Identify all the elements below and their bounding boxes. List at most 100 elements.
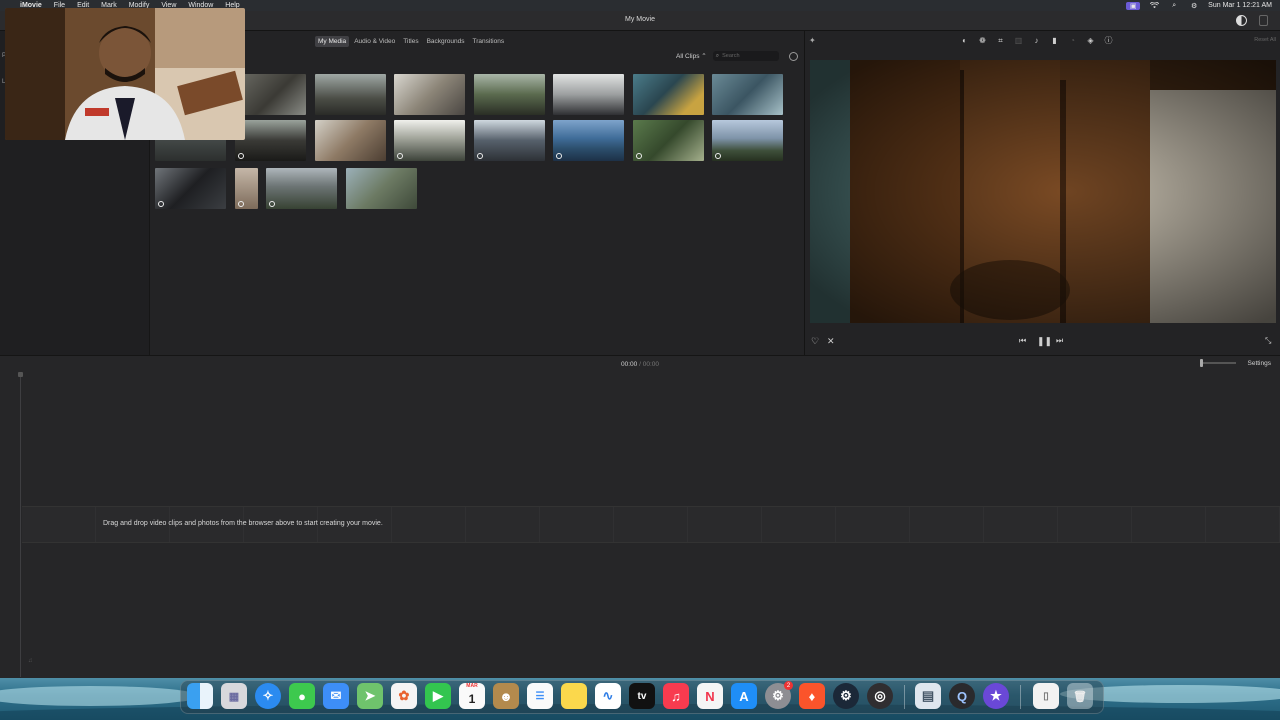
timeline[interactable]: 00:00 / 00:00 Settings Drag and drop vid… <box>0 355 1280 678</box>
clip-badge <box>269 201 275 207</box>
search-input[interactable] <box>722 53 773 59</box>
steam-icon[interactable]: ⚙ <box>833 683 859 709</box>
screen-recording-icon[interactable]: ▣ <box>1126 1 1141 10</box>
magic-wand-icon[interactable]: ✦ <box>809 36 816 45</box>
launchpad-icon[interactable]: ▦ <box>221 683 247 709</box>
filter-icon[interactable]: ◈ <box>1085 35 1096 46</box>
reject-icon[interactable]: ✕ <box>827 336 835 347</box>
media-clip[interactable] <box>235 168 258 209</box>
media-clip[interactable] <box>155 168 226 209</box>
wifi-icon[interactable] <box>1148 2 1160 10</box>
freeform-icon[interactable]: ∿ <box>595 683 621 709</box>
media-clip[interactable] <box>553 120 624 161</box>
empty-timeline-hint: Drag and drop video clips and photos fro… <box>103 520 383 527</box>
media-clip[interactable] <box>474 120 545 161</box>
project-duration: 00:00 <box>642 361 659 368</box>
clip-badge <box>238 201 244 207</box>
media-clip[interactable] <box>474 74 545 115</box>
clip-badge <box>715 153 721 159</box>
tab-backgrounds[interactable]: Backgrounds <box>424 36 468 47</box>
menu-clock[interactable]: Sun Mar 1 12:21 AM <box>1208 2 1272 9</box>
search-icon[interactable]: ⌕ <box>1168 2 1180 10</box>
favorite-icon[interactable]: ♡ <box>811 336 819 347</box>
control-center-icon[interactable]: ⚙ <box>1188 2 1200 10</box>
skip-forward-icon[interactable]: ⏭ <box>1056 336 1063 346</box>
media-clip[interactable] <box>346 168 417 209</box>
music-icon[interactable]: ♫ <box>663 683 689 709</box>
browser-tabs: My Media Audio & Video Titles Background… <box>315 36 507 47</box>
media-clip[interactable] <box>394 74 465 115</box>
browser-settings-icon[interactable] <box>788 51 798 61</box>
notification-badge: 2 <box>784 681 793 690</box>
tab-my-media[interactable]: My Media <box>315 36 350 47</box>
reset-all-button[interactable]: Reset All <box>1254 37 1276 43</box>
share-icon[interactable] <box>1259 15 1268 26</box>
maps-icon[interactable]: ➤ <box>357 683 383 709</box>
dock-separator <box>904 685 905 709</box>
preview-icon[interactable]: ▤ <box>915 683 941 709</box>
apple-tv-icon[interactable]: tv <box>629 683 655 709</box>
media-clip[interactable] <box>315 120 386 161</box>
clips-filter-dropdown[interactable]: All Clips ⌃ <box>676 52 707 60</box>
pause-icon[interactable]: ❚❚ <box>1037 336 1052 347</box>
timecode: 00:00 / 00:00 <box>0 361 1280 368</box>
trash-icon[interactable]: 🗑 <box>1067 683 1093 709</box>
volume-icon[interactable]: ♪ <box>1031 35 1042 46</box>
playhead[interactable] <box>18 372 23 677</box>
clip-badge <box>556 153 562 159</box>
fullscreen-icon[interactable]: ⤡ <box>1265 336 1271 346</box>
media-clip[interactable] <box>712 74 783 115</box>
filter-row: All Clips ⌃ ⌕ <box>676 51 798 61</box>
appearance-icon[interactable] <box>1236 15 1247 26</box>
zoom-slider-knob[interactable] <box>1200 359 1203 367</box>
tab-transitions[interactable]: Transitions <box>470 36 508 47</box>
brave-icon[interactable]: ♦ <box>799 683 825 709</box>
preview-frame-image <box>810 60 1276 323</box>
crop-icon[interactable]: ⌗ <box>995 35 1006 46</box>
news-icon[interactable]: N <box>697 683 723 709</box>
app-store-icon[interactable]: A <box>731 683 757 709</box>
color-balance-icon[interactable]: ◐ <box>959 35 970 46</box>
apple-tv-label: tv <box>637 690 647 702</box>
clips-filter-label: All Clips <box>676 53 700 60</box>
safari-icon[interactable]: ✧ <box>255 683 281 709</box>
speed-icon[interactable]: ◔ <box>1067 35 1078 46</box>
zoom-slider[interactable] <box>1200 359 1236 367</box>
photos-icon[interactable]: ✿ <box>391 683 417 709</box>
clip-badge <box>477 153 483 159</box>
stabilization-icon[interactable]: ▥ <box>1013 35 1024 46</box>
media-clip[interactable] <box>553 74 624 115</box>
calendar-icon[interactable]: MAR 1 <box>459 683 485 709</box>
clip-badge <box>238 153 244 159</box>
media-clip[interactable] <box>633 120 704 161</box>
adjustments-bar: ✦ ◐ ❁ ⌗ ▥ ♪ ▮ ◔ ◈ ⓘ Reset All <box>805 34 1280 48</box>
contacts-icon[interactable]: ☻ <box>493 683 519 709</box>
facetime-icon[interactable]: ▶ <box>425 683 451 709</box>
media-clip[interactable] <box>633 74 704 115</box>
finder-icon[interactable] <box>187 683 213 709</box>
notes-icon[interactable] <box>561 683 587 709</box>
media-clip[interactable] <box>235 74 306 115</box>
equalizer-icon[interactable]: ▮ <box>1049 35 1060 46</box>
imovie-icon[interactable]: ★ <box>983 683 1009 709</box>
dock-separator <box>1020 685 1021 709</box>
quicktime-icon[interactable]: Q <box>949 683 975 709</box>
media-clip[interactable] <box>712 120 783 161</box>
info-icon[interactable]: ⓘ <box>1103 35 1114 46</box>
messages-icon[interactable]: ● <box>289 683 315 709</box>
tab-audio-video[interactable]: Audio & Video <box>351 36 398 47</box>
search-field[interactable]: ⌕ <box>712 51 779 61</box>
skip-back-icon[interactable]: ⏮ <box>1019 336 1026 346</box>
video-preview[interactable] <box>810 60 1276 323</box>
obs-icon[interactable]: ◎ <box>867 683 893 709</box>
media-clip[interactable] <box>235 120 306 161</box>
reminders-icon[interactable]: ☰ <box>527 683 553 709</box>
document-icon[interactable]: ▯ <box>1033 683 1059 709</box>
timeline-settings-button[interactable]: Settings <box>1248 360 1272 367</box>
media-clip[interactable] <box>266 168 337 209</box>
color-correction-icon[interactable]: ❁ <box>977 35 988 46</box>
media-clip[interactable] <box>315 74 386 115</box>
tab-titles[interactable]: Titles <box>400 36 421 47</box>
media-clip[interactable] <box>394 120 465 161</box>
mail-icon[interactable]: ✉ <box>323 683 349 709</box>
